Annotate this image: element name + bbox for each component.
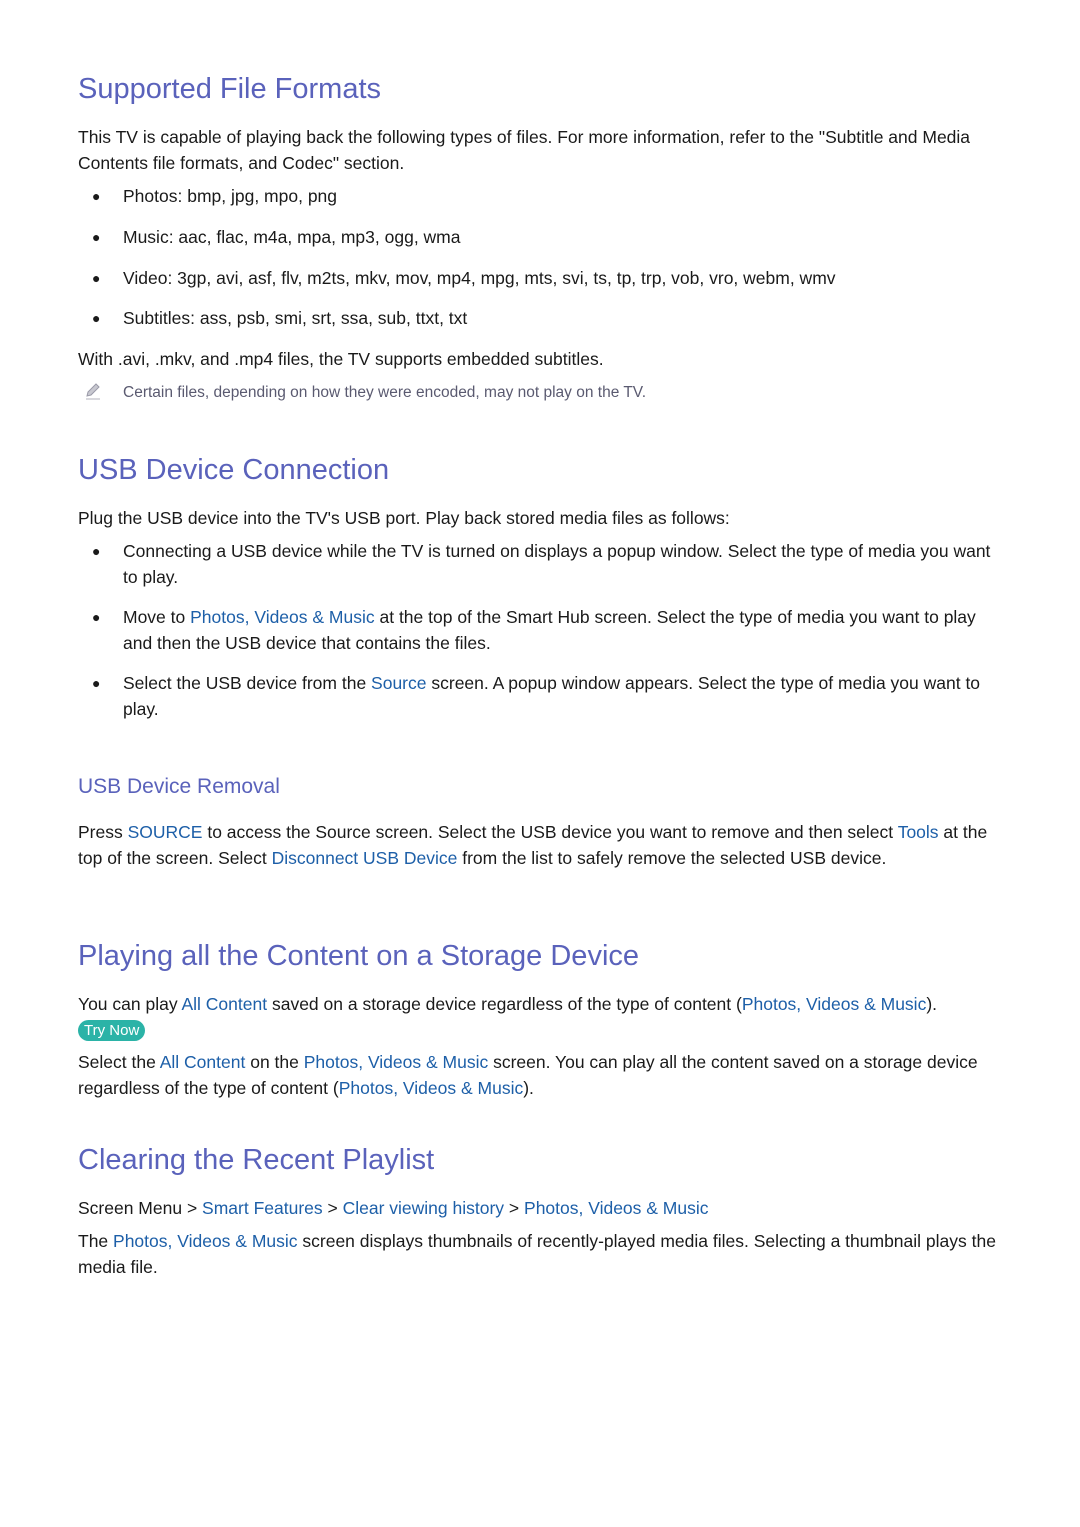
link-photos-videos-music[interactable]: Photos, Videos & Music <box>190 607 375 627</box>
heading-clearing-recent-playlist: Clearing the Recent Playlist <box>78 1144 435 1176</box>
bullet-icon: ● <box>92 609 101 625</box>
link-disconnect-usb-device[interactable]: Disconnect USB Device <box>272 848 458 868</box>
playing-paragraph-1: You can play All Content saved on a stor… <box>78 994 938 1041</box>
link-source-button[interactable]: SOURCE <box>128 822 203 842</box>
link-photos-videos-music[interactable]: Photos, Videos & Music <box>113 1231 298 1251</box>
link-photos-videos-music[interactable]: Photos, Videos & Music <box>742 994 927 1014</box>
link-all-content[interactable]: All Content <box>181 994 267 1014</box>
playing-paragraph-2: Select the All Content on the Photos, Vi… <box>78 1052 978 1098</box>
formats-outro: With .avi, .mkv, and .mp4 files, the TV … <box>78 349 604 369</box>
list-item: ● Connecting a USB device while the TV is… <box>92 541 991 587</box>
list-item: ● Select the USB device from the Source s… <box>92 673 981 719</box>
link-photos-videos-music[interactable]: Photos, Videos & Music <box>304 1052 489 1072</box>
breadcrumb-screen-menu: Screen Menu <box>78 1198 183 1218</box>
bullet-icon: ● <box>92 310 101 326</box>
removal-paragraph: Press SOURCE to access the Source screen… <box>78 822 988 868</box>
menu-path-breadcrumb: Screen Menu > Smart Features > Clear vie… <box>78 1198 709 1218</box>
bullet-icon: ● <box>92 543 101 559</box>
breadcrumb-photos-videos-music[interactable]: Photos, Videos & Music <box>524 1198 709 1218</box>
breadcrumb-clear-viewing-history[interactable]: Clear viewing history <box>343 1198 504 1218</box>
link-all-content[interactable]: All Content <box>160 1052 246 1072</box>
heading-supported-file-formats: Supported File Formats <box>78 73 382 105</box>
breadcrumb-smart-features[interactable]: Smart Features <box>202 1198 323 1218</box>
list-item: ● Move to Photos, Videos & Music at the t… <box>92 607 976 653</box>
formats-intro: This TV is capable of playing back the f… <box>78 127 971 173</box>
list-item: ● Photos: bmp, jpg, mpo, png <box>78 184 1003 210</box>
heading-usb-device-removal: USB Device Removal <box>78 775 280 798</box>
list-item: ● Subtitles: ass, psb, smi, srt, ssa, sub… <box>78 306 1003 332</box>
list-item: ● Video: 3gp, avi, asf, flv, m2ts, mkv, m… <box>78 266 1003 292</box>
link-tools[interactable]: Tools <box>898 822 939 842</box>
link-source[interactable]: Source <box>371 673 426 693</box>
bullet-icon: ● <box>92 229 101 245</box>
bullet-icon: ● <box>92 270 101 286</box>
link-photos-videos-music[interactable]: Photos, Videos & Music <box>339 1078 524 1098</box>
heading-playing-all-content: Playing all the Content on a Storage Dev… <box>78 940 640 972</box>
heading-usb-device-connection: USB Device Connection <box>78 454 390 486</box>
bullet-icon: ● <box>92 675 101 691</box>
pencil-icon <box>86 383 100 400</box>
list-item: ● Music: aac, flac, m4a, mpa, mp3, ogg, w… <box>78 225 1003 251</box>
clearing-paragraph: The Photos, Videos & Music screen displa… <box>78 1231 996 1277</box>
usb-intro: Plug the USB device into the TV's USB po… <box>78 508 730 528</box>
try-now-button[interactable]: Try Now <box>78 1019 146 1041</box>
note: Certain files, depending on how they wer… <box>78 383 1003 406</box>
bullet-icon: ● <box>92 188 101 204</box>
